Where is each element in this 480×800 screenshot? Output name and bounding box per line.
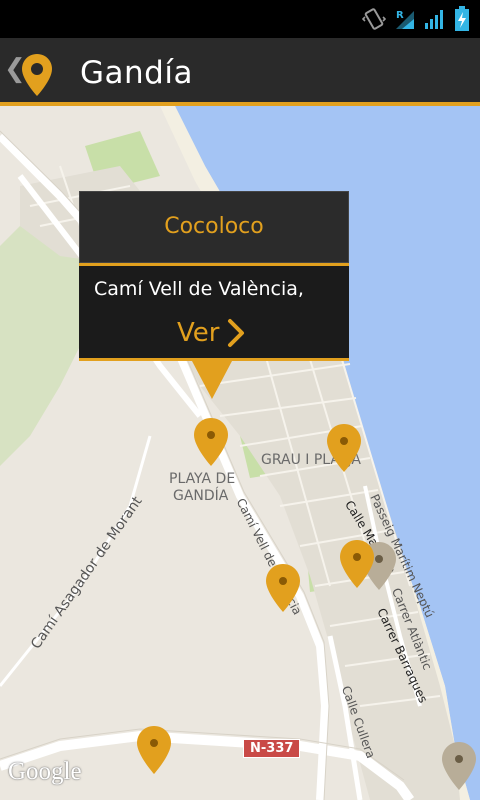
ver-label: Ver xyxy=(177,318,220,348)
wifi-icon: R xyxy=(396,10,414,29)
battery-icon xyxy=(455,6,469,31)
map-pin-icon[interactable] xyxy=(20,52,54,98)
info-window-body: Camí Vell de València, Ver xyxy=(79,263,349,361)
map-pin-icon[interactable] xyxy=(264,562,302,614)
ver-button[interactable]: Ver xyxy=(177,318,245,348)
map-pin-icon[interactable] xyxy=(135,724,173,776)
status-bar: R xyxy=(0,0,480,38)
district-label-playa-2: GANDÍA xyxy=(173,488,229,504)
info-window-header: Cocoloco xyxy=(79,191,349,263)
page-title: Gandía xyxy=(80,55,193,91)
info-window[interactable]: Cocoloco Camí Vell de València, Ver xyxy=(79,191,349,399)
svg-text:R: R xyxy=(396,10,404,21)
action-bar: ❮ Gandía xyxy=(0,38,480,106)
info-window-pointer xyxy=(192,361,232,399)
map-pin-icon[interactable] xyxy=(338,538,376,590)
map-pin-icon[interactable] xyxy=(192,416,230,468)
place-name: Cocoloco xyxy=(164,214,264,239)
road-badge: N-337 xyxy=(243,739,301,758)
district-label-playa: PLAYA DE xyxy=(169,471,236,487)
google-attribution: Google xyxy=(8,758,82,785)
map-pin-icon[interactable] xyxy=(325,422,363,474)
status-icons: R xyxy=(362,4,470,34)
vibrate-icon xyxy=(362,8,386,30)
signal-icon xyxy=(425,10,443,29)
map-pin-icon[interactable] xyxy=(440,740,478,792)
place-address: Camí Vell de València, xyxy=(94,278,304,300)
chevron-right-icon xyxy=(228,319,245,347)
